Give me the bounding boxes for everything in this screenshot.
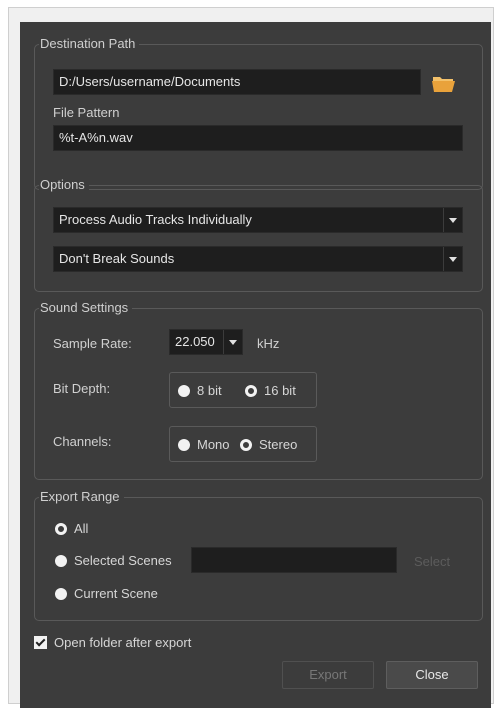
sample-rate-dropdown[interactable]: 22.050 (169, 329, 243, 355)
range-all-label: All (74, 521, 89, 536)
bit-8-label: 8 bit (197, 383, 222, 398)
checkbox-checked-icon (34, 636, 47, 649)
range-current-scene-label: Current Scene (74, 586, 158, 601)
sound-settings-title: Sound Settings (39, 300, 133, 316)
bit-8-radio[interactable]: 8 bit (178, 383, 222, 398)
channels-radio-group: Mono Stereo (169, 426, 317, 462)
mono-radio[interactable]: Mono (178, 437, 230, 452)
export-sound-dialog: Destination Path D:/Users/username/Docum… (20, 22, 491, 708)
sound-settings-group: Sound Settings Sample Rate: 22.050 kHz B… (34, 300, 483, 480)
range-selected-scenes-radio[interactable]: Selected Scenes (55, 553, 172, 568)
mono-label: Mono (197, 437, 230, 452)
file-pattern-label: File Pattern (53, 105, 120, 120)
stereo-label: Stereo (259, 437, 298, 452)
radio-unselected-icon (55, 587, 67, 600)
break-mode-dropdown[interactable]: Don't Break Sounds (53, 246, 463, 272)
chevron-down-icon[interactable] (443, 208, 462, 232)
sample-rate-unit: kHz (257, 336, 280, 351)
radio-selected-icon (240, 438, 252, 451)
range-current-scene-radio[interactable]: Current Scene (55, 586, 158, 601)
export-range-title: Export Range (39, 489, 124, 505)
open-folder-checkbox[interactable]: Open folder after export (34, 635, 191, 650)
destination-path-input[interactable]: D:/Users/username/Documents (53, 69, 421, 95)
stereo-radio[interactable]: Stereo (240, 437, 297, 452)
select-scenes-button[interactable]: Select (414, 554, 450, 570)
radio-unselected-icon (178, 438, 190, 451)
range-all-radio[interactable]: All (55, 521, 88, 536)
bit-16-label: 16 bit (264, 383, 296, 398)
export-range-group: Export Range All Selected Scenes Select … (34, 489, 483, 621)
file-pattern-input[interactable]: %t-A%n.wav (53, 125, 463, 151)
chevron-down-icon[interactable] (223, 330, 242, 354)
chevron-down-icon[interactable] (443, 247, 462, 271)
sample-rate-value: 22.050 (175, 334, 215, 349)
bit-16-radio[interactable]: 16 bit (245, 383, 296, 398)
track-mode-value: Process Audio Tracks Individually (59, 212, 252, 227)
channels-label: Channels: (53, 434, 112, 449)
destination-path-group: Destination Path D:/Users/username/Docum… (34, 36, 483, 190)
radio-selected-icon (245, 384, 257, 397)
selected-scenes-input[interactable] (191, 547, 397, 573)
track-mode-dropdown[interactable]: Process Audio Tracks Individually (53, 207, 463, 233)
export-button[interactable]: Export (282, 661, 374, 689)
folder-icon[interactable] (431, 73, 457, 93)
range-selected-scenes-label: Selected Scenes (74, 553, 172, 568)
destination-path-title: Destination Path (39, 36, 140, 52)
break-mode-value: Don't Break Sounds (59, 251, 175, 266)
close-button[interactable]: Close (386, 661, 478, 689)
bit-depth-label: Bit Depth: (53, 381, 111, 396)
options-group: Options Process Audio Tracks Individuall… (34, 177, 483, 292)
sample-rate-label: Sample Rate: (53, 336, 132, 351)
open-folder-label: Open folder after export (54, 635, 192, 650)
radio-unselected-icon (178, 384, 190, 397)
radio-unselected-icon (55, 554, 67, 567)
options-title: Options (39, 177, 89, 193)
radio-selected-icon (55, 522, 67, 535)
bit-depth-radio-group: 8 bit 16 bit (169, 372, 317, 408)
